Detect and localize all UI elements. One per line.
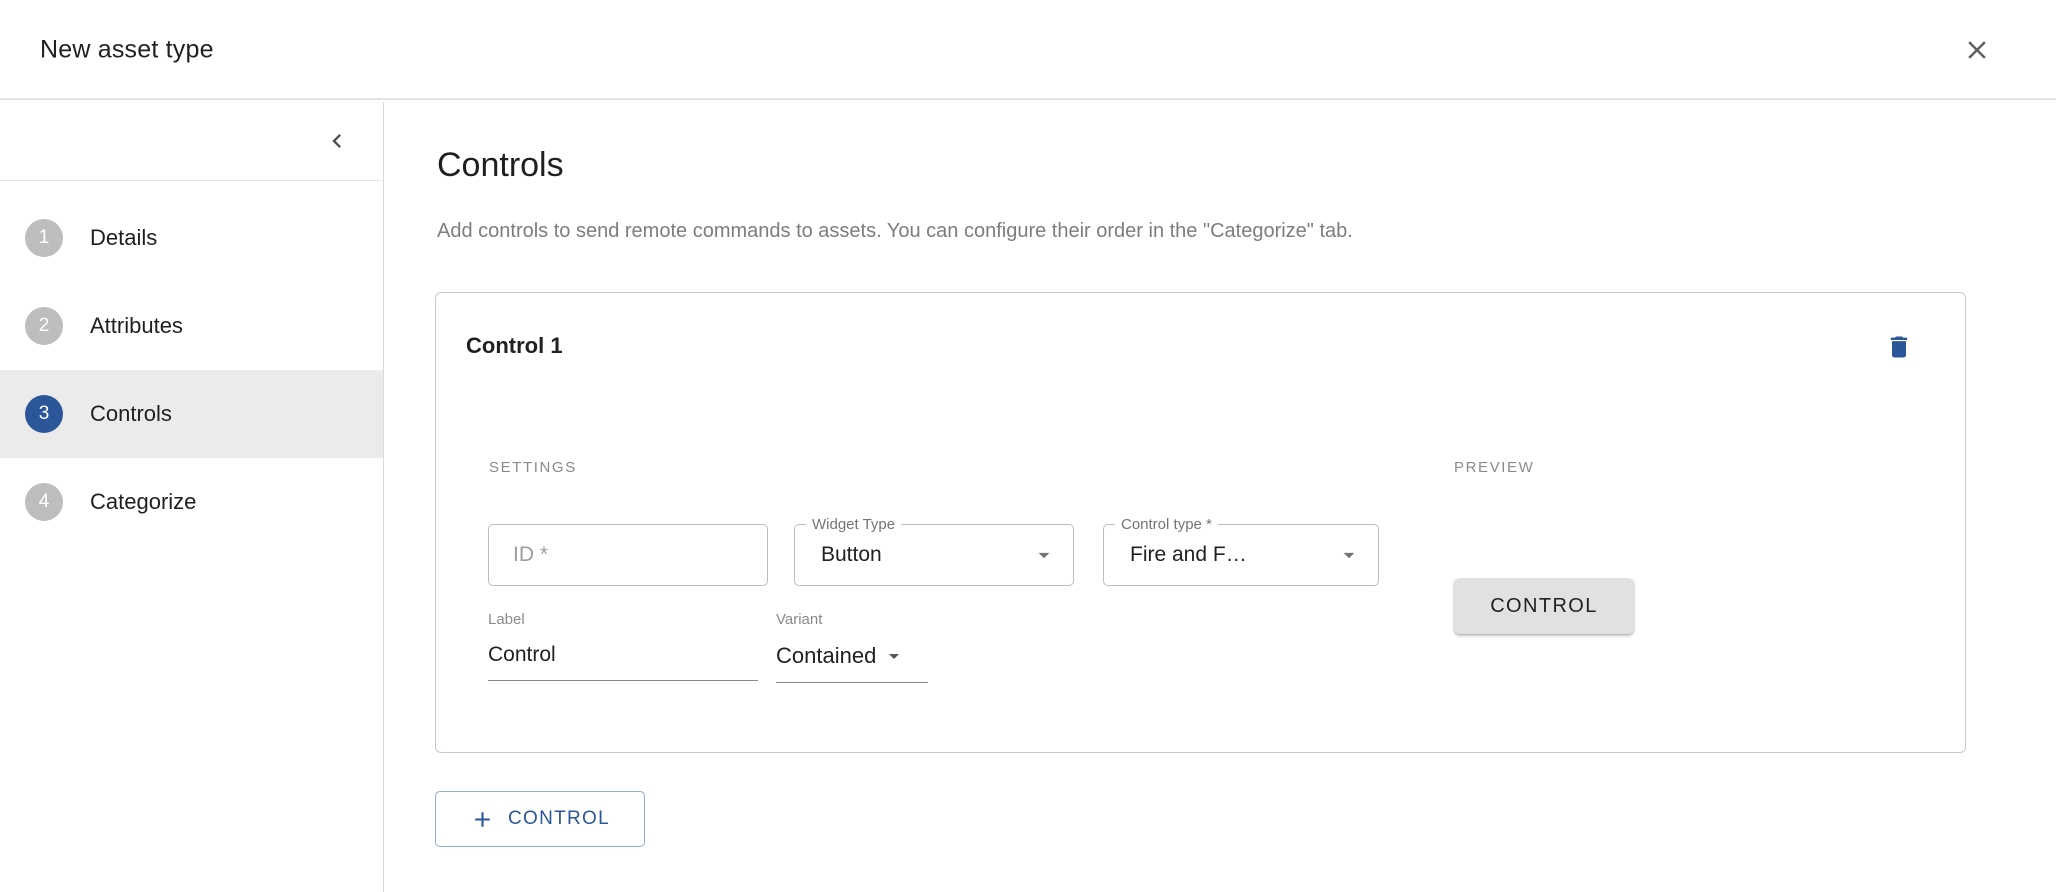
stepper-sidebar: 1 Details 2 Attributes 3 Controls 4 Cate… — [0, 102, 384, 892]
label-field: Label — [488, 611, 758, 681]
control-type-select[interactable]: Control type * Fire and F… — [1103, 524, 1379, 586]
id-field — [488, 524, 768, 586]
control-type-label: Control type * — [1115, 516, 1218, 533]
variant-field: Variant Contained — [776, 611, 928, 683]
id-input[interactable] — [489, 525, 767, 585]
widget-type-label: Widget Type — [806, 516, 901, 533]
step-number-badge: 2 — [25, 307, 63, 345]
delete-control-button[interactable] — [1877, 325, 1921, 369]
variant-select[interactable]: Contained — [776, 628, 928, 683]
widget-type-value: Button — [821, 543, 882, 567]
chevron-left-icon — [323, 127, 351, 155]
control-card: Control 1 SETTINGS PREVIEW Widget Type B… — [435, 292, 1966, 753]
arrow-drop-down-icon — [1031, 542, 1057, 568]
sidebar-collapse-row — [0, 102, 383, 181]
settings-section-label: SETTINGS — [489, 459, 577, 476]
step-number-badge: 3 — [25, 395, 63, 433]
page-title: Controls — [437, 146, 564, 185]
step-number-badge: 4 — [25, 483, 63, 521]
step-details[interactable]: 1 Details — [0, 194, 383, 282]
add-control-button[interactable]: CONTROL — [435, 791, 645, 847]
label-field-label: Label — [488, 611, 758, 628]
plus-icon — [470, 807, 495, 832]
step-controls-active[interactable]: 3 Controls — [0, 370, 383, 458]
arrow-drop-down-icon — [1336, 542, 1362, 568]
step-attributes[interactable]: 2 Attributes — [0, 282, 383, 370]
step-label: Attributes — [90, 313, 183, 339]
arrow-drop-down-icon — [882, 644, 906, 668]
close-button[interactable] — [1953, 26, 2001, 74]
step-label: Controls — [90, 401, 172, 427]
step-label: Categorize — [90, 489, 196, 515]
control-card-title: Control 1 — [466, 333, 563, 359]
step-label: Details — [90, 225, 157, 251]
step-number-badge: 1 — [25, 219, 63, 257]
trash-icon — [1885, 333, 1913, 361]
new-asset-type-modal: New asset type 1 Details 2 Attributes — [0, 0, 2056, 892]
variant-field-label: Variant — [776, 611, 928, 628]
step-list: 1 Details 2 Attributes 3 Controls 4 Cate… — [0, 181, 383, 546]
label-input[interactable] — [488, 628, 758, 681]
add-control-button-label: CONTROL — [508, 808, 610, 830]
variant-value: Contained — [776, 643, 876, 669]
modal-header: New asset type — [0, 0, 2056, 100]
control-preview-button[interactable]: CONTROL — [1454, 578, 1634, 634]
step-categorize[interactable]: 4 Categorize — [0, 458, 383, 546]
controls-step-panel: Controls Add controls to send remote com… — [385, 102, 2056, 892]
preview-section-label: PREVIEW — [1454, 459, 1534, 476]
control-type-value: Fire and F… — [1130, 543, 1247, 567]
modal-title: New asset type — [40, 36, 214, 65]
page-description: Add controls to send remote commands to … — [437, 220, 1353, 243]
widget-type-select[interactable]: Widget Type Button — [794, 524, 1074, 586]
close-icon — [1962, 35, 1992, 65]
collapse-sidebar-button[interactable] — [317, 121, 357, 161]
